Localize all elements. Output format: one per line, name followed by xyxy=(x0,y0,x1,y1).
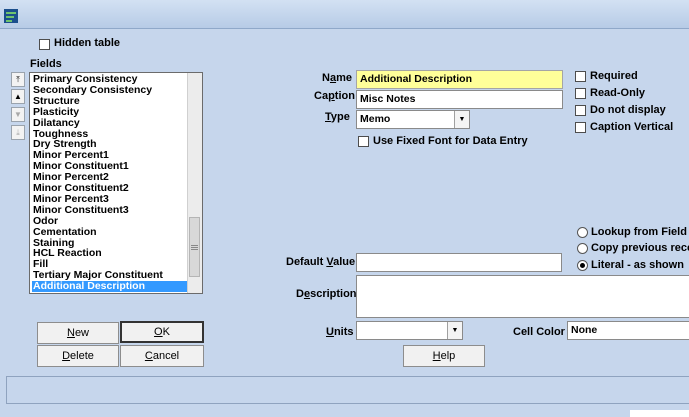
fields-list-scrollbar[interactable] xyxy=(187,73,202,293)
copy-previous-radio[interactable] xyxy=(577,243,588,254)
ok-button[interactable]: OK xyxy=(120,321,204,343)
caption-vertical-label: Caption Vertical xyxy=(590,121,674,133)
type-value: Memo xyxy=(360,113,391,125)
description-textarea[interactable] xyxy=(356,275,689,318)
fields-list[interactable]: Primary Consistency Secondary Consistency… xyxy=(29,72,203,294)
chevron-down-icon[interactable]: ▼ xyxy=(454,111,469,128)
name-input[interactable]: Additional Description xyxy=(356,70,563,89)
list-item[interactable]: Additional Description xyxy=(32,281,187,293)
grip-line xyxy=(191,247,198,248)
hidden-table-label: Hidden table xyxy=(54,37,121,49)
chevron-down-icon[interactable]: ▼ xyxy=(447,322,462,339)
do-not-display-label: Do not display xyxy=(590,104,666,116)
app-icon xyxy=(4,9,18,23)
move-top-icon: ⤒ xyxy=(16,75,20,84)
read-only-label: Read-Only xyxy=(590,87,646,99)
grip-line xyxy=(191,249,198,250)
read-only-checkbox[interactable] xyxy=(575,88,586,99)
fixed-font-checkbox[interactable] xyxy=(358,136,369,147)
do-not-display-checkbox[interactable] xyxy=(575,105,586,116)
caption-label: Caption xyxy=(314,90,355,102)
status-bar xyxy=(6,376,689,404)
list-item[interactable]: Cementation xyxy=(32,226,187,238)
list-item[interactable]: HCL Reaction xyxy=(32,248,187,259)
move-bottom-button[interactable]: ⤓ xyxy=(11,125,25,140)
literal-label: Literal - as shown xyxy=(591,259,684,271)
required-label: Required xyxy=(590,70,638,82)
caption-vertical-checkbox[interactable] xyxy=(575,122,586,133)
move-up-button[interactable]: ▲ xyxy=(11,89,25,104)
copy-previous-label: Copy previous record xyxy=(591,242,689,254)
cell-color-input[interactable]: None xyxy=(567,321,689,340)
scrollbar-thumb[interactable] xyxy=(189,217,200,277)
arrow-up-icon: ▲ xyxy=(14,92,22,101)
required-checkbox[interactable] xyxy=(575,71,586,82)
default-value-label: Default Value xyxy=(286,256,356,268)
new-button[interactable]: New xyxy=(37,322,119,344)
lookup-label: Lookup from Field xyxy=(591,226,687,238)
cancel-button[interactable]: Cancel xyxy=(120,345,204,367)
description-label: Description xyxy=(296,288,357,300)
lookup-radio[interactable] xyxy=(577,227,588,238)
move-top-button[interactable]: ⤒ xyxy=(11,72,25,87)
name-label: Name xyxy=(322,72,352,84)
type-label: Type xyxy=(325,111,350,123)
bottom-strip xyxy=(0,410,689,417)
title-bar xyxy=(0,0,689,29)
hidden-table-checkbox[interactable] xyxy=(39,39,50,50)
list-item[interactable]: Dilatancy xyxy=(32,117,187,129)
arrow-down-icon: ▼ xyxy=(14,110,22,119)
units-label: Units xyxy=(326,326,354,338)
cell-color-label: Cell Color xyxy=(513,326,565,338)
type-select[interactable]: Memo ▼ xyxy=(356,110,470,129)
units-select[interactable]: ▼ xyxy=(356,321,463,340)
move-bottom-icon: ⤓ xyxy=(16,128,20,137)
help-button[interactable]: Help xyxy=(403,345,485,367)
grip-line xyxy=(191,245,198,246)
caption-input[interactable]: Misc Notes xyxy=(356,90,563,109)
move-down-button[interactable]: ▼ xyxy=(11,107,25,122)
delete-button[interactable]: Delete xyxy=(37,345,119,367)
fields-label: Fields xyxy=(30,58,62,70)
literal-radio[interactable] xyxy=(577,260,588,271)
fixed-font-label: Use Fixed Font for Data Entry xyxy=(373,135,528,147)
default-value-input[interactable] xyxy=(356,253,562,272)
